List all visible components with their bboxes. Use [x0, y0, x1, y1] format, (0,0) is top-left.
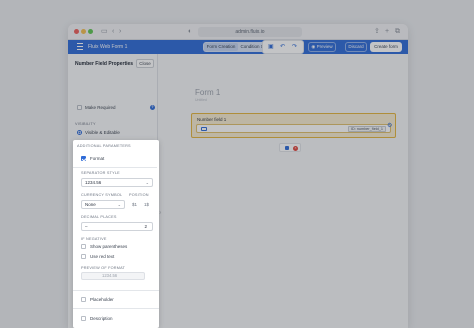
use-red-text-label: Use red text — [90, 254, 115, 259]
description-label: Description — [90, 316, 113, 321]
show-parentheses-label: Show parentheses — [90, 244, 128, 249]
separator-heading: SEPARATOR STYLE — [81, 171, 120, 175]
format-label: Format — [90, 156, 105, 161]
position-option-prefix[interactable]: $1 — [132, 201, 137, 208]
negative-heading: IF NEGATIVE — [81, 237, 107, 241]
currency-select[interactable]: None ⌄ — [81, 200, 125, 209]
chevron-down-icon: ⌄ — [117, 202, 121, 207]
decimal-value: 2 — [144, 224, 147, 229]
separator-select[interactable]: 1234.56 ⌄ — [81, 178, 153, 187]
position-option-suffix[interactable]: 1$ — [144, 201, 149, 208]
currency-heading: CURRENCY SYMBOL — [81, 193, 123, 197]
preview-heading: PREVIEW OF FORMAT — [81, 266, 126, 270]
position-heading: POSITION — [129, 193, 149, 197]
decimal-heading: DECIMAL PLACES — [81, 215, 117, 219]
decrement-button[interactable]: – — [85, 224, 88, 229]
placeholder-checkbox[interactable] — [81, 297, 86, 302]
format-checkbox[interactable] — [81, 156, 86, 161]
use-red-text-checkbox[interactable] — [81, 254, 86, 259]
decimal-stepper[interactable]: – 2 — [81, 222, 153, 231]
show-parentheses-checkbox[interactable] — [81, 244, 86, 249]
format-preview: 1234.56 — [81, 272, 145, 280]
additional-heading: ADDITIONAL PARAMETERS — [77, 144, 131, 148]
chevron-down-icon: ⌄ — [145, 180, 149, 185]
dim-overlay — [0, 0, 474, 328]
additional-parameters-card: ADDITIONAL PARAMETERS Format SEPARATOR S… — [73, 140, 159, 328]
placeholder-label: Placeholder — [90, 297, 114, 302]
description-checkbox[interactable] — [81, 316, 86, 321]
